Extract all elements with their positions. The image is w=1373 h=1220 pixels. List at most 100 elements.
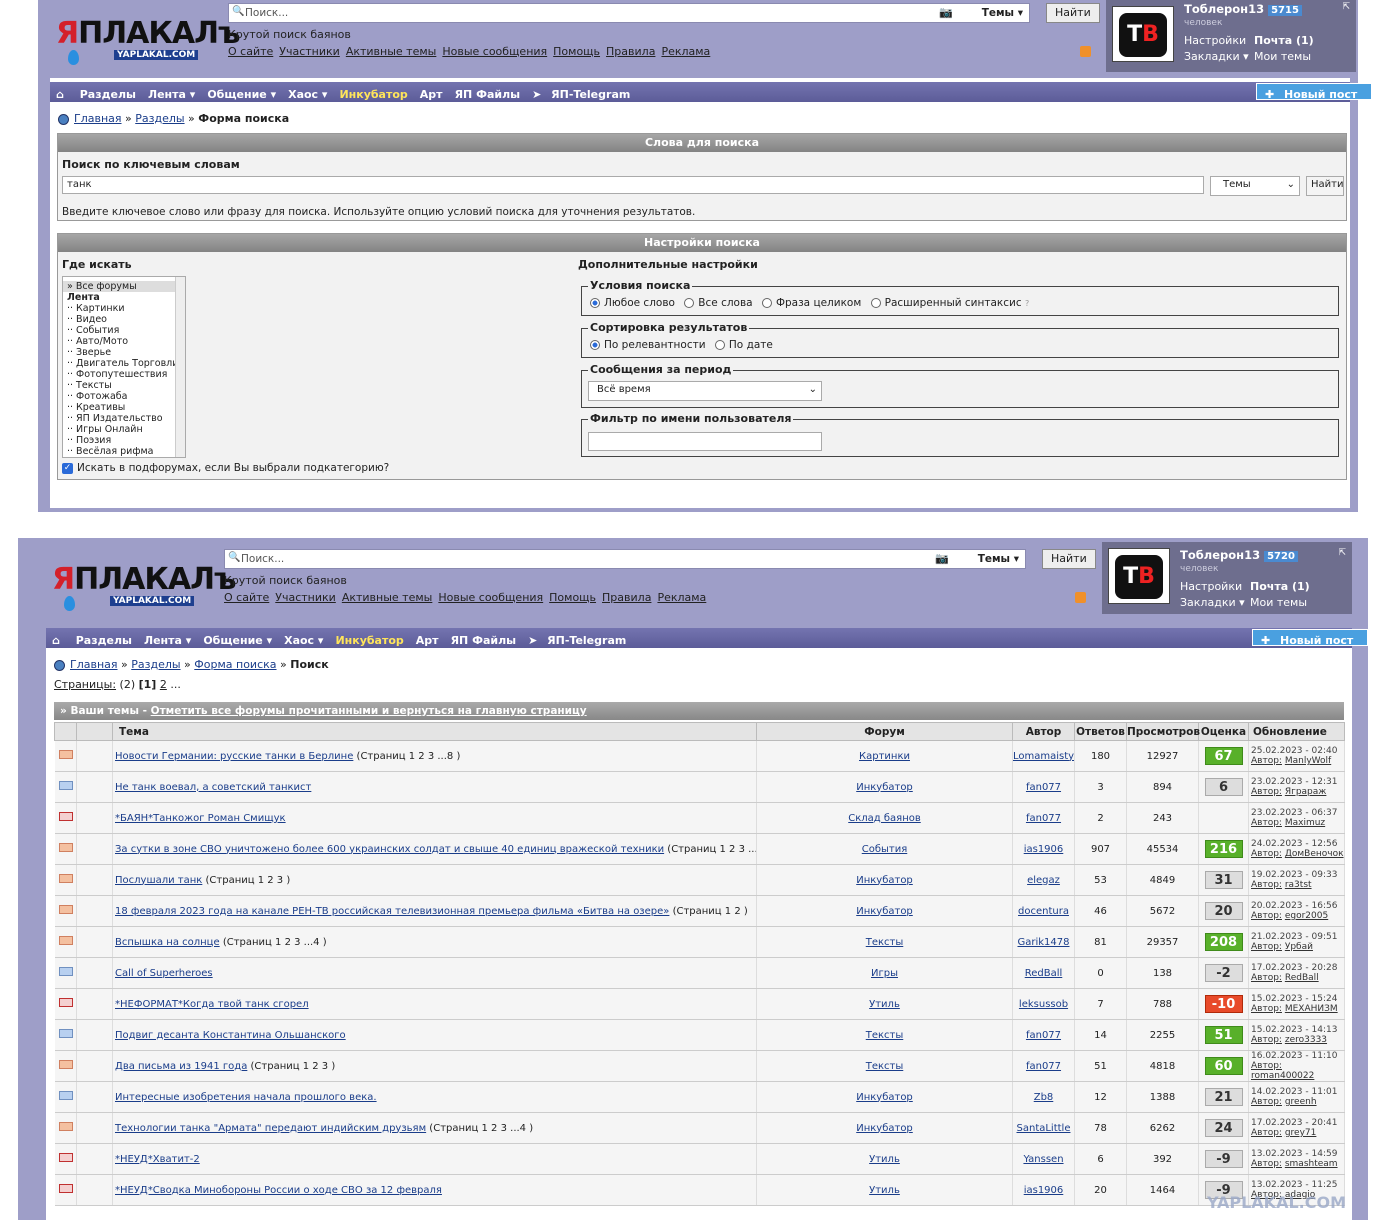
- mytopics-link[interactable]: Мои темы: [1250, 595, 1310, 611]
- author-link[interactable]: Garik1478: [1017, 937, 1069, 948]
- link-members[interactable]: Участники: [279, 45, 340, 58]
- forum-option[interactable]: ·· Поэзия: [63, 435, 185, 446]
- link-active[interactable]: Активные темы: [346, 45, 437, 58]
- rating-badge[interactable]: -2: [1204, 964, 1243, 982]
- scrollbar[interactable]: [175, 277, 185, 457]
- last-author-link[interactable]: ДомВеночок: [1285, 849, 1344, 859]
- rating-badge[interactable]: 20: [1204, 902, 1243, 920]
- rating-badge[interactable]: 24: [1204, 1119, 1243, 1137]
- page-2-link[interactable]: 2: [160, 678, 167, 691]
- last-author-link[interactable]: RedBall: [1285, 973, 1319, 983]
- topic-pages[interactable]: (Страниц 1 2 3 ): [247, 1061, 336, 1072]
- radio-relevance[interactable]: [590, 340, 600, 350]
- mark-read-link[interactable]: Отметить все форумы прочитанными и верну…: [151, 705, 587, 717]
- rating-badge[interactable]: 208: [1204, 933, 1243, 951]
- author-link[interactable]: fan077: [1026, 1030, 1061, 1041]
- topic-link[interactable]: 18 февраля 2023 года на канале РЕН-ТВ ро…: [115, 906, 669, 917]
- mail-link[interactable]: Почта (1): [1254, 33, 1314, 49]
- username[interactable]: Тоблерон13 5715: [1184, 2, 1302, 16]
- scope-select[interactable]: Темы ⌄: [1210, 176, 1300, 196]
- topic-link[interactable]: Послушали танк: [115, 875, 202, 886]
- nav-incubator[interactable]: Инкубатор: [329, 631, 409, 651]
- forum-link[interactable]: Утиль: [869, 999, 900, 1010]
- rating-badge[interactable]: 51: [1204, 1026, 1243, 1044]
- forum-link[interactable]: Тексты: [866, 937, 904, 948]
- search-input[interactable]: 🔍 Поиск... 📷 Темы ▾: [224, 549, 1026, 569]
- author-link[interactable]: fan077: [1026, 813, 1061, 824]
- search-button[interactable]: Найти: [1042, 549, 1096, 569]
- search-scope-select[interactable]: Темы ▾: [982, 7, 1023, 19]
- nav-sections[interactable]: Разделы: [70, 631, 138, 651]
- nav-files[interactable]: ЯП Файлы: [449, 85, 527, 105]
- topic-link[interactable]: *НЕУД*Сводка Минобороны России о ходе СВ…: [115, 1185, 442, 1196]
- last-author-link[interactable]: egor2005: [1285, 911, 1328, 921]
- last-author-link[interactable]: roman400022: [1251, 1071, 1314, 1081]
- site-logo[interactable]: ЯПЛАКАЛъ YAPLAKAL.COM: [56, 10, 241, 70]
- home-icon[interactable]: ⌂: [46, 631, 66, 651]
- forum-option[interactable]: Лента: [63, 292, 185, 303]
- nav-feed[interactable]: Лента ▾: [142, 85, 201, 105]
- nav-files[interactable]: ЯП Файлы: [445, 631, 523, 651]
- avatar[interactable]: TB: [1108, 548, 1170, 604]
- forum-option[interactable]: ·· ЯП Издательство: [63, 413, 185, 424]
- mail-link[interactable]: Почта (1): [1250, 579, 1310, 595]
- link-members[interactable]: Участники: [275, 591, 336, 604]
- col-topic[interactable]: Тема: [112, 722, 757, 741]
- forum-listbox[interactable]: » Все форумы Лента ·· Картинки ·· Видео ·· С…: [62, 276, 186, 458]
- author-link[interactable]: fan077: [1026, 1061, 1061, 1072]
- topic-link[interactable]: *НЕФОРМАТ*Когда твой танк сгорел: [115, 999, 309, 1010]
- forum-option[interactable]: ·· Креативы: [63, 402, 185, 413]
- subforums-checkbox[interactable]: ✓ Искать в подфорумах, если Вы выбрали по…: [62, 462, 389, 474]
- nav-art[interactable]: Арт: [414, 85, 449, 105]
- col-replies[interactable]: Ответов: [1074, 722, 1127, 741]
- topic-pages[interactable]: (Страниц 1 2 3 ...4 ): [426, 1123, 533, 1134]
- author-link[interactable]: Lomamaisty: [1013, 751, 1074, 762]
- topic-link[interactable]: Два письма из 1941 года: [115, 1061, 247, 1072]
- nav-social[interactable]: Общение ▾: [197, 631, 278, 651]
- forum-option[interactable]: ·· События: [63, 325, 185, 336]
- forum-option[interactable]: ·· Фотожаба: [63, 391, 185, 402]
- camera-icon[interactable]: 📷: [939, 6, 953, 19]
- camera-icon[interactable]: 📷: [935, 552, 949, 565]
- last-author-link[interactable]: grey71: [1285, 1128, 1317, 1138]
- bookmarks-link[interactable]: Закладки ▾: [1180, 595, 1245, 611]
- nav-telegram[interactable]: ➤ ЯП-Telegram: [526, 82, 642, 108]
- forum-option[interactable]: ·· Зверье: [63, 347, 185, 358]
- link-help[interactable]: Помощь: [553, 45, 600, 58]
- pin-icon[interactable]: ⇱: [1338, 548, 1346, 558]
- last-author-link[interactable]: ManlyWolf: [1285, 756, 1331, 766]
- rating-badge[interactable]: 6: [1204, 778, 1243, 796]
- radio-advanced[interactable]: [870, 298, 881, 308]
- forum-link[interactable]: Инкубатор: [856, 1123, 913, 1134]
- search-button[interactable]: Найти: [1046, 3, 1100, 23]
- forum-link[interactable]: События: [862, 844, 908, 855]
- forum-link[interactable]: Склад баянов: [848, 813, 921, 824]
- author-link[interactable]: SantaLittle: [1017, 1123, 1071, 1134]
- user-filter-input[interactable]: [588, 432, 822, 451]
- rss-icon[interactable]: [1075, 592, 1086, 603]
- avatar[interactable]: TB: [1112, 6, 1174, 62]
- topic-link[interactable]: Новости Германии: русские танки в Берлин…: [115, 751, 353, 762]
- nav-incubator[interactable]: Инкубатор: [333, 85, 413, 105]
- forum-option[interactable]: ·· Фотопутешествия: [63, 369, 185, 380]
- help-icon[interactable]: ?: [1025, 299, 1029, 308]
- author-link[interactable]: ias1906: [1024, 844, 1064, 855]
- link-new[interactable]: Новые сообщения: [442, 45, 547, 58]
- forum-link[interactable]: Инкубатор: [856, 782, 913, 793]
- forum-option[interactable]: ·· Весёлая рифма: [63, 446, 185, 457]
- settings-link[interactable]: Настройки: [1184, 33, 1249, 49]
- rss-icon[interactable]: [1080, 46, 1091, 57]
- radio-phrase[interactable]: [761, 298, 772, 308]
- link-ads[interactable]: Реклама: [657, 591, 706, 604]
- rating-badge[interactable]: 67: [1204, 747, 1243, 765]
- col-updated[interactable]: Обновление: [1248, 722, 1345, 741]
- link-help[interactable]: Помощь: [549, 591, 596, 604]
- forum-option[interactable]: ·· Тексты: [63, 380, 185, 391]
- site-logo[interactable]: ЯПЛАКАЛъ YAPLAKAL.COM: [52, 556, 237, 616]
- link-new[interactable]: Новые сообщения: [438, 591, 543, 604]
- settings-link[interactable]: Настройки: [1180, 579, 1245, 595]
- author-link[interactable]: leksussob: [1019, 999, 1068, 1010]
- rating-badge[interactable]: 216: [1204, 840, 1243, 858]
- nav-chaos[interactable]: Хаос ▾: [278, 631, 329, 651]
- bookmarks-link[interactable]: Закладки ▾: [1184, 49, 1249, 65]
